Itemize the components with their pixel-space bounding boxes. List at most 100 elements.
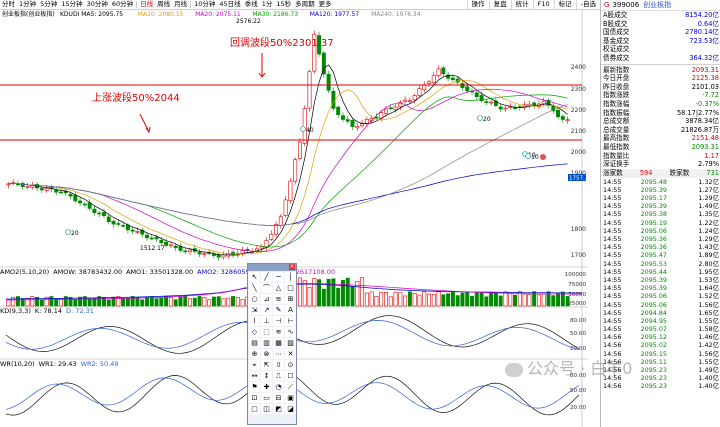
drawing-tool-palette[interactable]: × ↖ ╱ ─ │ ╲ ⌒ △ □ ○ ⊿ ≡ ⊞ ⇲ ↗ ✎ A ⌇ ⊥ ⊣ ⊢ ◇ ⬚ ≋ ∿ ▤ ▥ ▦ ▧ ⊕ ⊗ ⋯ ✕ ⌖ ⇱ ⇳ ⊙ ↔ ↕… [247, 263, 297, 425]
toolbar-button-3[interactable]: F10 [532, 0, 554, 9]
draw-tool-icon[interactable]: ⊿ [261, 294, 272, 304]
draw-tool-icon[interactable]: ⊟ [273, 393, 284, 403]
draw-tool-icon[interactable]: ⎍ [273, 371, 284, 381]
stat-label: 指数涨跌 [603, 91, 630, 100]
candle-body [527, 103, 532, 106]
tick-row: 14:55 2095.47 1.89亿 [601, 251, 720, 259]
draw-tool-icon[interactable]: ⇱ [261, 360, 272, 370]
volume-bar [412, 293, 417, 307]
amo-tick-label: 25000 [568, 301, 586, 307]
tab-15[interactable]: 更多 [317, 0, 334, 9]
draw-tool-icon[interactable]: ╱ [261, 272, 272, 282]
toolbar-button-0[interactable]: 操作 [466, 0, 489, 9]
toolbar-button-2[interactable]: 统计 [510, 0, 533, 9]
tab-1[interactable]: 1分钟 [17, 0, 38, 9]
tick-time: 14:55 [603, 316, 622, 325]
draw-tool-icon[interactable]: ⇲ [249, 305, 260, 315]
draw-tool-icon[interactable]: ▢ [249, 404, 260, 414]
draw-tool-icon[interactable]: △ [273, 283, 284, 293]
draw-tool-icon[interactable]: ⋯ [273, 349, 284, 359]
draw-tool-icon[interactable]: ↖ [249, 272, 260, 282]
close-icon[interactable]: × [289, 264, 295, 270]
tick-price: 2095.48 [640, 177, 667, 186]
draw-tool-icon[interactable]: ⌒ [261, 283, 272, 293]
draw-tool-icon[interactable]: ◪ [285, 404, 296, 414]
draw-tool-icon[interactable]: ▭ [261, 393, 272, 403]
draw-tool-icon[interactable]: ▥ [261, 338, 272, 348]
draw-tool-icon[interactable]: ↔ [249, 371, 260, 381]
tab-7[interactable]: 周线 [155, 0, 172, 9]
tick-price: 2095.17 [640, 194, 667, 203]
volume-bar [154, 298, 159, 307]
toolbar-button-4[interactable]: 标记 [553, 0, 576, 9]
draw-tool-icon[interactable]: ⇳ [273, 360, 284, 370]
tab-0[interactable]: 分时 [0, 0, 17, 9]
tab-3[interactable]: 15分钟 [59, 0, 84, 9]
tick-volume: 1.55亿 [698, 357, 719, 366]
draw-tool-icon[interactable]: □ [285, 283, 296, 293]
tick-volume: 2.80亿 [698, 259, 719, 268]
tab-2[interactable]: 5分钟 [38, 0, 59, 9]
volume-bar [517, 291, 522, 307]
draw-tool-icon[interactable]: ⚑ [249, 382, 260, 392]
draw-tool-icon[interactable]: A [285, 305, 296, 315]
tick-volume: 1.49亿 [698, 366, 719, 374]
draw-tool-icon[interactable]: ⊞ [285, 294, 296, 304]
draw-tool-icon[interactable]: ◇ [249, 327, 260, 337]
draw-tool-icon[interactable]: ╲ [249, 283, 260, 293]
draw-tool-icon[interactable]: ≋ [273, 327, 284, 337]
tab-8[interactable]: 月线 [172, 0, 189, 9]
draw-tool-icon[interactable]: ⊗ [261, 349, 272, 359]
draw-tool-icon[interactable]: ◩ [273, 404, 284, 414]
draw-tool-icon[interactable]: ▣ [285, 393, 296, 403]
palette-titlebar[interactable]: × [248, 264, 296, 271]
tab-4[interactable]: 30分钟 [85, 0, 110, 9]
tab-13[interactable]: 15秒 [274, 0, 293, 9]
draw-tool-icon[interactable]: ⟋ [285, 382, 296, 392]
tick-price: 2094.84 [640, 308, 667, 317]
draw-tool-icon[interactable]: ─ [273, 272, 284, 282]
index-name[interactable]: 创业板指 [643, 0, 671, 10]
tab-9[interactable]: 10分钟 [192, 0, 217, 9]
draw-tool-icon[interactable]: ⊥ [261, 316, 272, 326]
draw-tool-icon[interactable]: ∿ [285, 327, 296, 337]
wr-indicator-header: WR(10,20) WR1: 29.43 WR2: 50.49 [0, 360, 123, 368]
draw-tool-icon[interactable]: ✚ [261, 382, 272, 392]
toolbar-button-5[interactable]: -自选 [575, 0, 600, 9]
draw-tool-icon[interactable]: ≡ [273, 294, 284, 304]
draw-tool-icon[interactable]: ⊕ [249, 349, 260, 359]
tab-14[interactable]: 多周期 [293, 0, 317, 9]
tab-11[interactable]: 季线 [243, 0, 260, 9]
annotation-left: 上涨波段50%2044 [92, 91, 180, 104]
draw-tool-icon[interactable]: ⌇ [249, 316, 260, 326]
volume-bar [207, 299, 212, 307]
draw-tool-icon[interactable]: ▧ [285, 338, 296, 348]
ma-legend-item: KDUDI MA5: 2095.75 [60, 11, 123, 18]
draw-tool-icon[interactable]: ⊙ [285, 360, 296, 370]
draw-tool-icon[interactable]: ⊣ [273, 316, 284, 326]
draw-tool-icon[interactable]: ⌖ [249, 360, 260, 370]
draw-tool-icon[interactable]: │ [285, 272, 296, 282]
toolbar-button-1[interactable]: 复盘 [488, 0, 511, 9]
draw-tool-icon[interactable]: ▤ [249, 338, 260, 348]
y-tick-label: 2400 [571, 64, 586, 71]
tab-5[interactable]: 60分钟 [110, 0, 135, 9]
tab-12[interactable]: 1分 [260, 0, 275, 9]
draw-tool-icon[interactable]: ↗ [261, 305, 272, 315]
draw-tool-icon[interactable]: ✕ [285, 349, 296, 359]
draw-tool-icon[interactable]: ⊢ [285, 316, 296, 326]
draw-tool-icon[interactable]: ◔ [273, 382, 284, 392]
draw-tool-icon[interactable]: ⊡ [249, 393, 260, 403]
draw-tool-icon[interactable]: ◫ [261, 404, 272, 414]
draw-tool-icon[interactable]: ⬚ [261, 327, 272, 337]
draw-tool-icon[interactable]: ☐ [285, 371, 296, 381]
divider [136, 1, 138, 8]
candle-body [202, 253, 207, 255]
draw-tool-icon[interactable]: ▦ [273, 338, 284, 348]
draw-tool-icon[interactable]: ↕ [261, 371, 272, 381]
draw-tool-icon[interactable]: ○ [249, 294, 260, 304]
tab-6[interactable]: 日线 [138, 0, 155, 9]
tab-10[interactable]: 45日线 [217, 0, 242, 9]
draw-tool-icon[interactable]: ✎ [273, 305, 284, 315]
tick-time: 14:55 [603, 226, 622, 235]
